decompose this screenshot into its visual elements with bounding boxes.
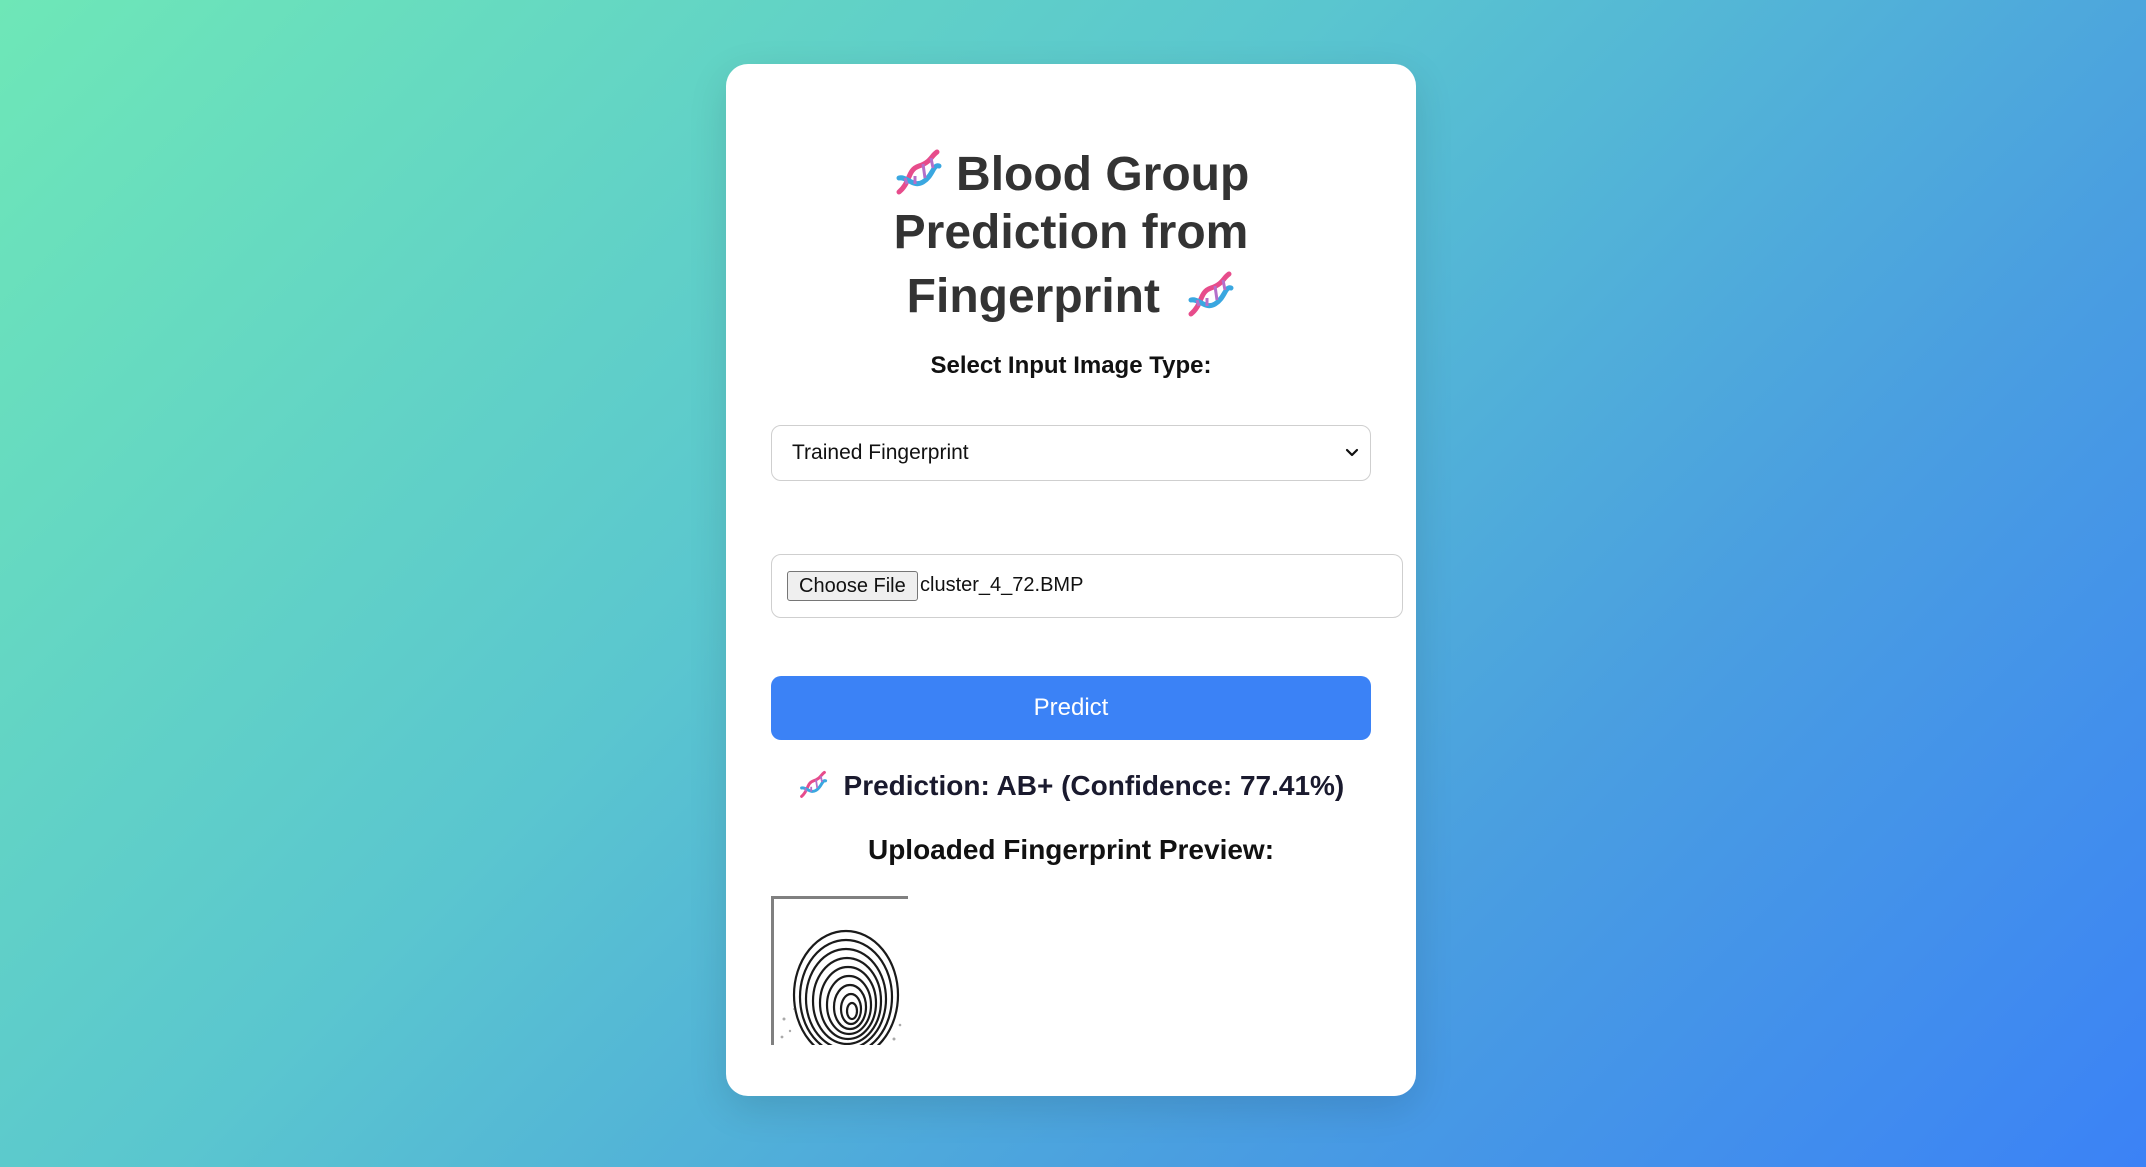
chevron-down-icon [1344, 445, 1360, 466]
selected-file-name: cluster_4_72.BMP [920, 574, 1084, 596]
main-card: Blood Group Prediction from Fingerprint … [726, 64, 1416, 1096]
title-line-2: Prediction from [893, 206, 1249, 259]
file-input[interactable]: Choose File cluster_4_72.BMP [771, 554, 1403, 618]
select-label: Select Input Image Type: [930, 352, 1212, 379]
dna-icon [1185, 270, 1235, 320]
page-title: Blood Group Prediction from Fingerprint [726, 146, 1416, 326]
dna-icon [893, 148, 943, 198]
select-value: Trained Fingerprint [792, 441, 969, 464]
prediction-text: Prediction: AB+ (Confidence: 77.41%) [843, 770, 1345, 801]
predict-button[interactable]: Predict [771, 676, 1371, 740]
fingerprint-preview-image [771, 896, 908, 1045]
image-type-select[interactable]: Trained Fingerprint [771, 425, 1371, 481]
preview-label: Uploaded Fingerprint Preview: [867, 834, 1275, 865]
dna-icon [798, 770, 828, 800]
choose-file-button[interactable]: Choose File [787, 571, 918, 601]
fingerprint-icon [774, 899, 908, 1045]
title-line-1: Blood Group [956, 148, 1250, 201]
title-line-3: Fingerprint [906, 270, 1160, 323]
prediction-result: Prediction: AB+ (Confidence: 77.41%) [726, 770, 1416, 803]
